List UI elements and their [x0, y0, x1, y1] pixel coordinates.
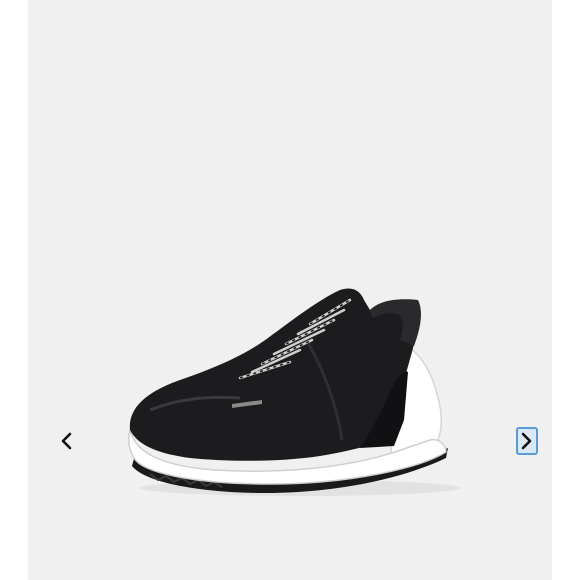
chevron-left-icon: [61, 432, 72, 450]
shoe-image: [128, 288, 460, 496]
next-image-button[interactable]: [516, 427, 538, 455]
product-gallery: [0, 0, 580, 580]
previous-image-button[interactable]: [55, 427, 77, 455]
chevron-right-icon: [521, 432, 532, 450]
